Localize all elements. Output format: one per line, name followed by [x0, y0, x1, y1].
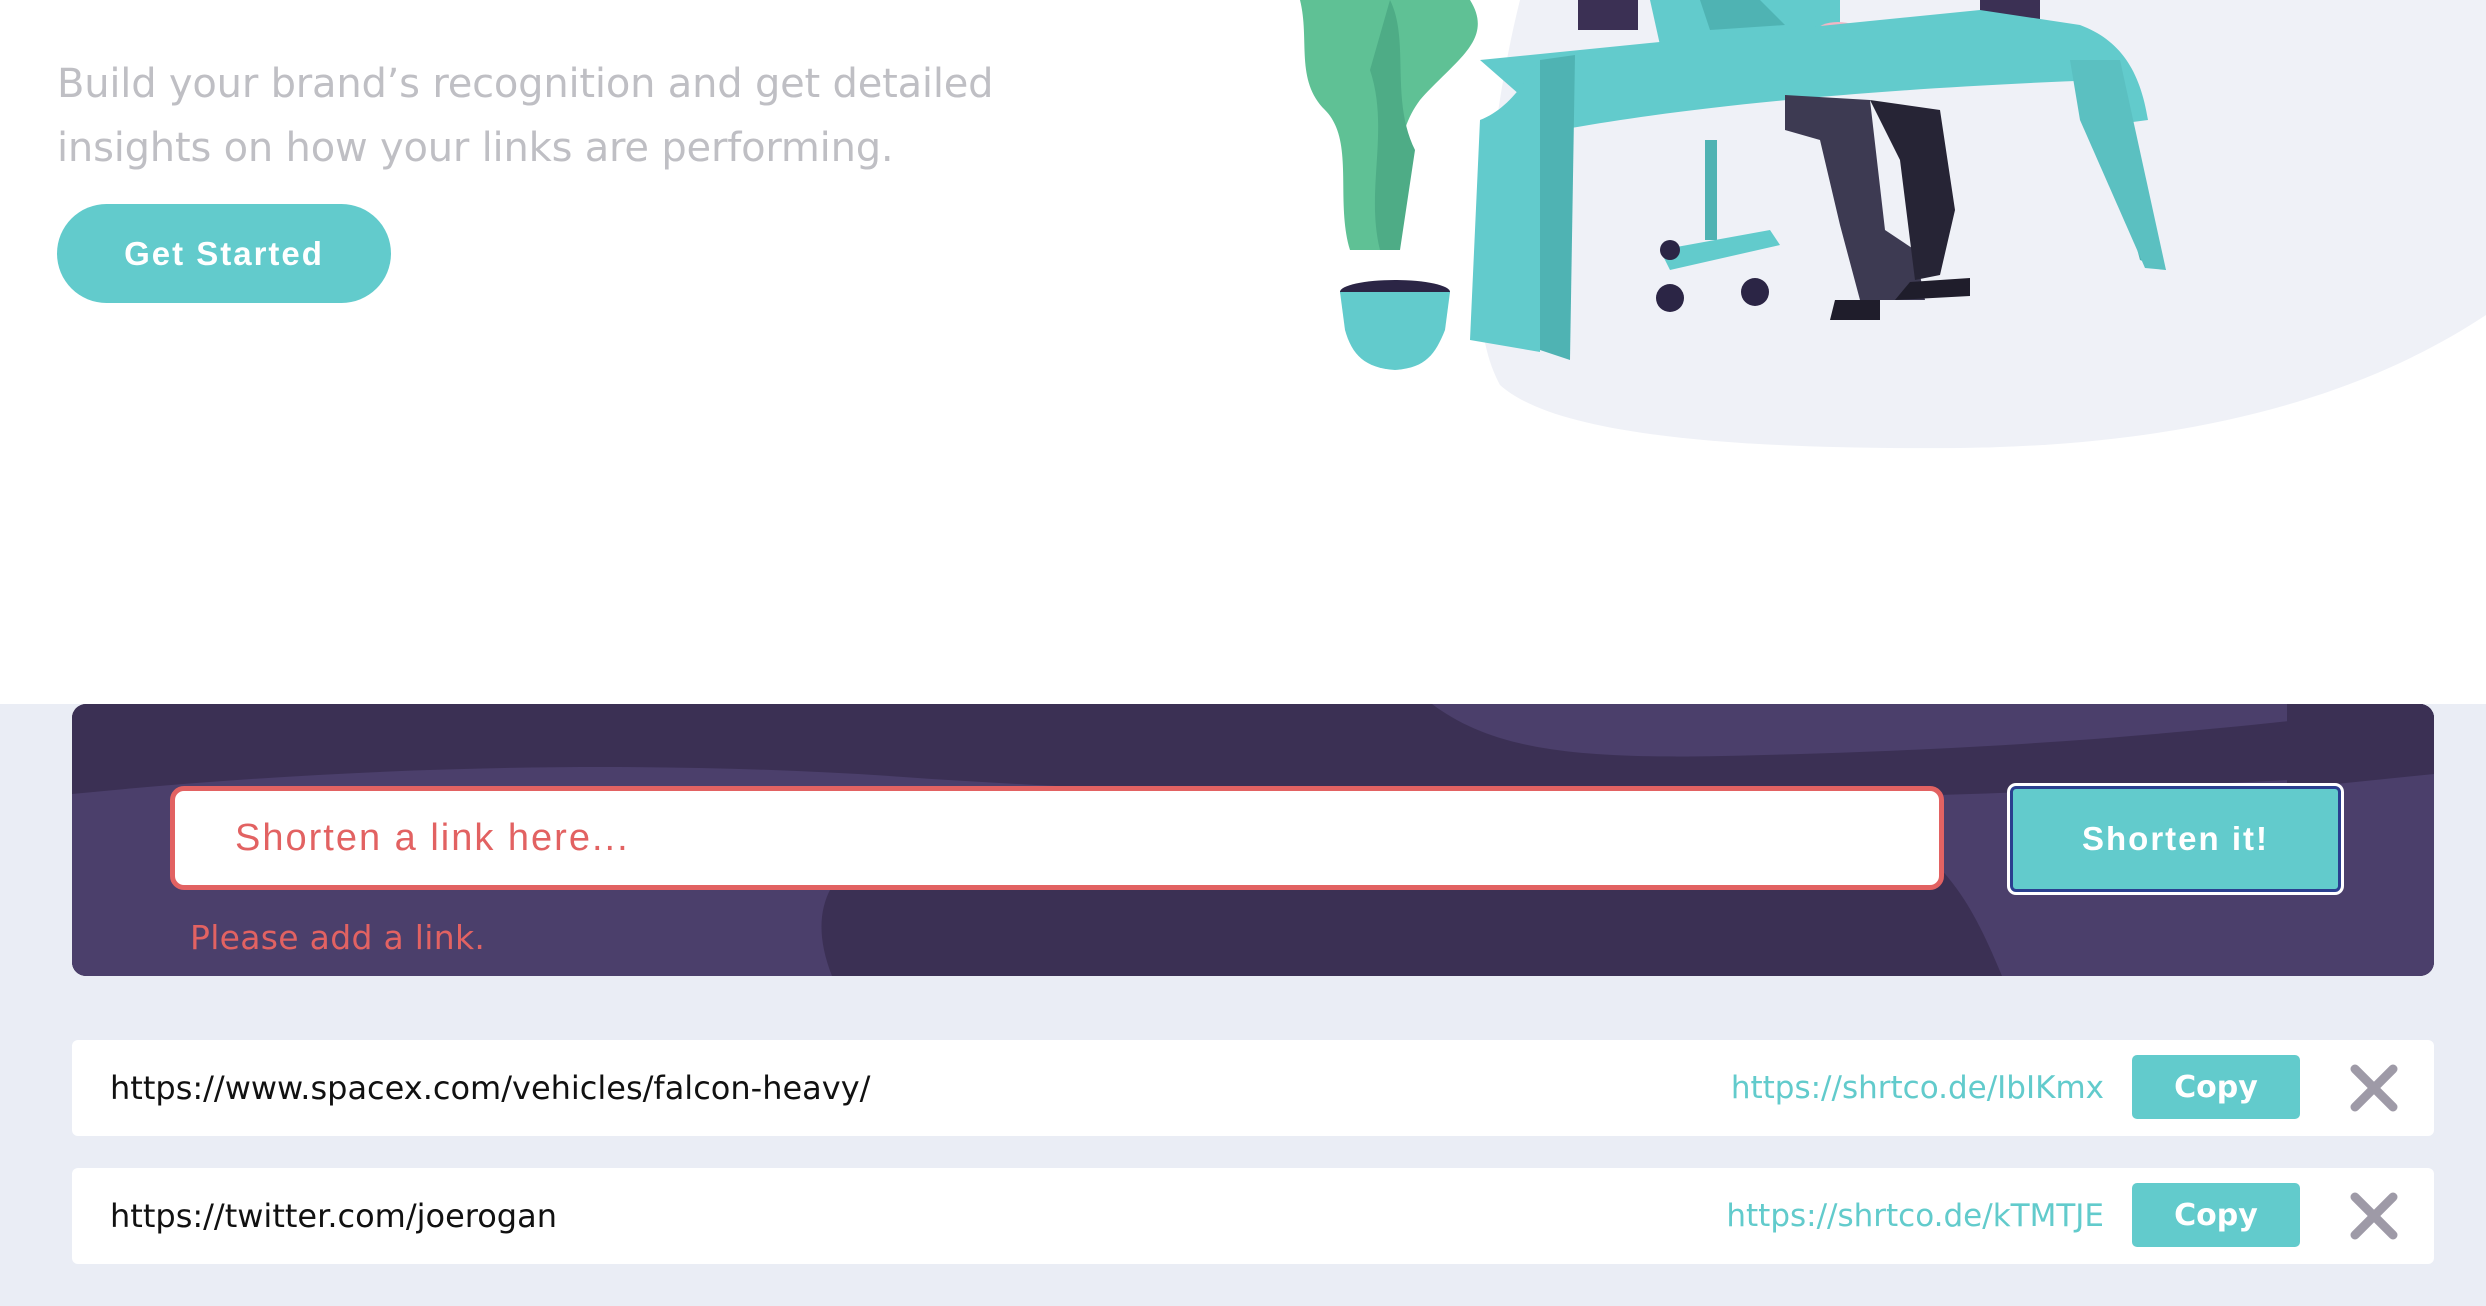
close-icon-glyph	[2350, 1192, 2398, 1240]
close-icon-glyph	[2350, 1064, 2398, 1112]
short-link[interactable]: https://shrtco.de/kTMTJE	[1726, 1168, 2104, 1264]
result-row: https://www.spacex.com/vehicles/falcon-h…	[72, 1040, 2434, 1136]
get-started-button[interactable]: Get Started	[57, 204, 391, 303]
result-row: https://twitter.com/joerogan https://shr…	[72, 1168, 2434, 1264]
close-icon[interactable]	[2342, 1184, 2406, 1248]
short-link[interactable]: https://shrtco.de/IbIKmx	[1731, 1040, 2104, 1136]
copy-button[interactable]: Copy	[2132, 1183, 2300, 1247]
original-link: https://twitter.com/joerogan	[110, 1197, 557, 1235]
working-person-illustration	[1300, 0, 2486, 449]
hero-description-line: Build your brand’s recognition and get d…	[57, 61, 994, 107]
original-link: https://www.spacex.com/vehicles/falcon-h…	[110, 1069, 871, 1107]
error-message: Please add a link.	[190, 918, 486, 957]
shorten-form: Please add a link. Shorten it!	[72, 704, 2434, 976]
shortener-section: Please add a link. Shorten it! https://w…	[0, 704, 2486, 1306]
shorten-button[interactable]: Shorten it!	[2010, 786, 2341, 892]
copy-button[interactable]: Copy	[2132, 1055, 2300, 1119]
link-input[interactable]	[170, 786, 1944, 890]
close-icon[interactable]	[2342, 1056, 2406, 1120]
hero-description-line: insights on how your links are performin…	[57, 125, 894, 171]
hero-section: Build your brand’s recognition and get d…	[0, 0, 2486, 704]
hero-description: Build your brand’s recognition and get d…	[57, 52, 1017, 180]
